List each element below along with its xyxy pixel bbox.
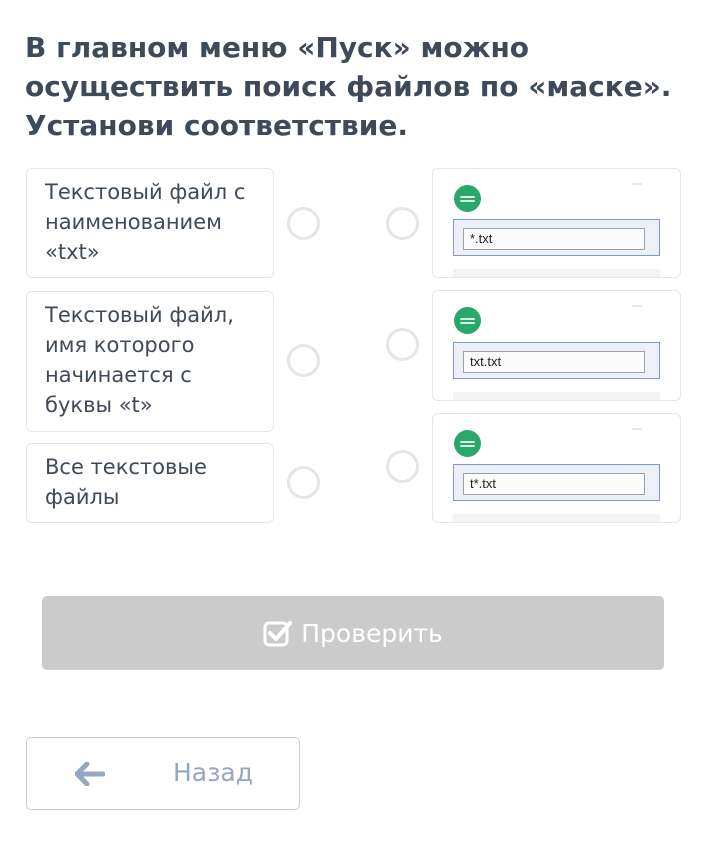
right-connector-2[interactable] <box>386 328 419 361</box>
left-connector-1[interactable] <box>287 207 320 240</box>
left-connector-3[interactable] <box>287 466 320 499</box>
right-item-1[interactable]: *.txt <box>432 168 681 278</box>
mask-box: t*.txt <box>453 464 660 501</box>
bilimland-logo-icon <box>454 307 481 334</box>
left-item-2[interactable]: Текстовый файл, имя которого начинается … <box>26 291 274 432</box>
left-item-1-label: Текстовый файл с наименованием «txt» <box>45 180 246 264</box>
left-item-2-label: Текстовый файл, имя которого начинается … <box>45 303 234 417</box>
back-button-label: Назад <box>173 758 254 787</box>
mask-box: *.txt <box>453 219 660 256</box>
right-connector-1[interactable] <box>386 207 419 240</box>
mask-text: txt.txt <box>463 351 645 373</box>
checkbox-check-icon <box>263 621 293 647</box>
bilimland-logo-icon <box>454 185 481 212</box>
check-button-label: Проверить <box>301 618 443 648</box>
left-item-1[interactable]: Текстовый файл с наименованием «txt» <box>26 168 274 278</box>
mask-text: *.txt <box>463 228 645 250</box>
left-item-3-label: Все текстовые файлы <box>45 455 207 509</box>
mask-box: txt.txt <box>453 342 660 379</box>
faint-mark <box>632 305 642 307</box>
arrow-left-icon <box>75 762 105 786</box>
question-text: В главном меню «Пуск» можно осуществить … <box>25 31 672 142</box>
faint-mark <box>632 428 642 430</box>
card-strip <box>453 514 660 522</box>
faint-mark <box>632 183 642 185</box>
back-button[interactable]: Назад <box>26 737 300 810</box>
card-strip <box>453 392 660 400</box>
right-item-3[interactable]: t*.txt <box>432 413 681 523</box>
mask-text: t*.txt <box>463 473 645 495</box>
left-item-3[interactable]: Все текстовые файлы <box>26 443 274 523</box>
check-button[interactable]: Проверить <box>42 596 664 670</box>
bilimland-logo-icon <box>454 430 481 457</box>
left-connector-2[interactable] <box>287 344 320 377</box>
card-strip <box>453 269 660 277</box>
right-connector-3[interactable] <box>386 450 419 483</box>
right-item-2[interactable]: txt.txt <box>432 290 681 401</box>
